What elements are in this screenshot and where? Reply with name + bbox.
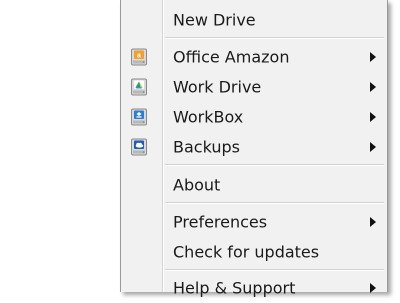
svg-text:a: a	[137, 53, 141, 60]
menu-item-label: Preferences	[173, 212, 268, 232]
dropbox-drive-icon	[130, 108, 148, 126]
context-menu: New Drive a Office Amazon Work Drive Wor…	[120, 0, 388, 298]
submenu-arrow-icon	[370, 283, 376, 293]
menu-item-office-amazon[interactable]: a Office Amazon	[121, 42, 387, 72]
menu-item-workbox[interactable]: WorkBox	[121, 102, 387, 132]
onedrive-drive-icon	[130, 138, 148, 156]
menu-item-label: Work Drive	[173, 77, 262, 97]
menu-separator	[165, 164, 384, 166]
submenu-arrow-icon	[370, 142, 376, 152]
menu-item-help-support[interactable]: Help & Support	[121, 273, 387, 303]
menu-item-label: New Drive	[173, 10, 256, 30]
menu-item-label: Check for updates	[173, 242, 320, 262]
google-drive-icon	[130, 78, 148, 96]
submenu-arrow-icon	[370, 112, 376, 122]
menu-item-preferences[interactable]: Preferences	[121, 207, 387, 237]
menu-separator	[165, 202, 384, 204]
menu-separator	[165, 37, 384, 39]
amazon-drive-icon: a	[130, 48, 148, 66]
submenu-arrow-icon	[370, 82, 376, 92]
menu-item-new-drive[interactable]: New Drive	[121, 5, 387, 35]
menu-item-label: Backups	[173, 137, 240, 157]
menu-item-work-drive[interactable]: Work Drive	[121, 72, 387, 102]
menu-item-check-updates[interactable]: Check for updates	[121, 237, 387, 267]
menu-item-about[interactable]: About	[121, 170, 387, 200]
submenu-arrow-icon	[370, 52, 376, 62]
menu-separator	[165, 269, 384, 271]
menu-item-backups[interactable]: Backups	[121, 132, 387, 162]
submenu-arrow-icon	[370, 217, 376, 227]
menu-item-label: Help & Support	[173, 278, 296, 298]
menu-item-label: About	[173, 175, 221, 195]
menu-item-label: Office Amazon	[173, 47, 290, 67]
menu-item-label: WorkBox	[173, 107, 244, 127]
